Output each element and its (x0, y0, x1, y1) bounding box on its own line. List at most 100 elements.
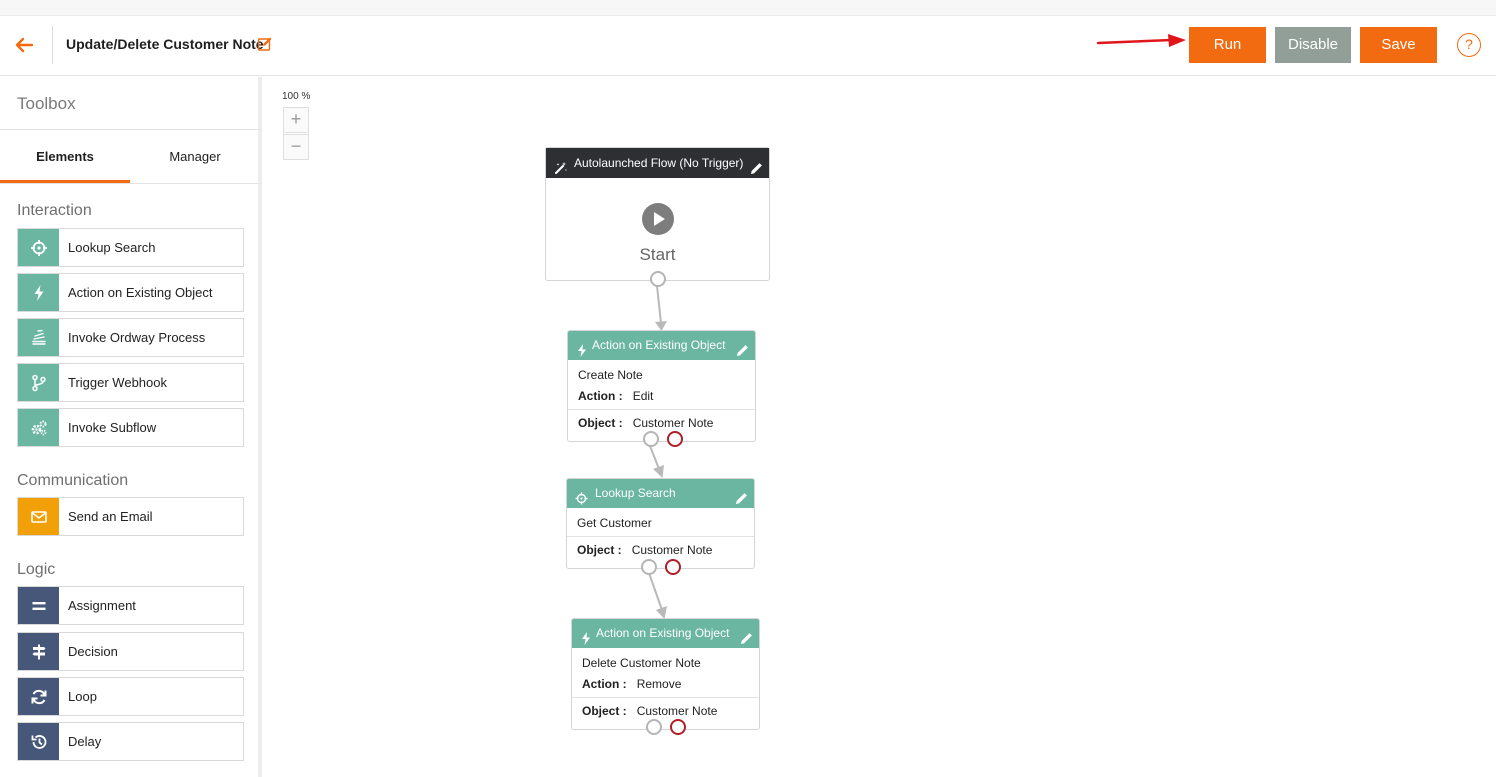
header-divider (52, 26, 53, 64)
node-header: Action on Existing Object (572, 619, 759, 648)
tool-label: Action on Existing Object (68, 285, 213, 300)
zoom-level: 100 % (282, 91, 311, 102)
node-name: Create Note (578, 368, 643, 382)
branch-icon (18, 364, 59, 401)
zoom-out-button[interactable]: − (283, 134, 309, 160)
node-fault-port[interactable] (670, 719, 686, 735)
loop-icon (18, 678, 59, 715)
magic-wand-icon (554, 156, 568, 174)
flow-canvas[interactable]: 100 % + − Autolaunched Flow (No Trigger) (266, 77, 1496, 777)
node-success-port[interactable] (646, 719, 662, 735)
equals-icon (18, 587, 59, 624)
gears-icon (18, 409, 59, 446)
tool-action-existing-object[interactable]: Action on Existing Object (17, 273, 244, 312)
pencil-icon[interactable] (736, 339, 749, 356)
node-header: Lookup Search (567, 479, 754, 508)
start-node-title: Autolaunched Flow (No Trigger) (574, 156, 744, 170)
node-success-port[interactable] (641, 559, 657, 575)
tool-delay[interactable]: Delay (17, 722, 244, 761)
tool-label: Invoke Ordway Process (68, 330, 206, 345)
flow-node-create-note[interactable]: Action on Existing Object Create Note Ac… (567, 330, 756, 447)
node-header: Action on Existing Object (568, 331, 755, 360)
node-divider (568, 409, 755, 410)
tool-label: Invoke Subflow (68, 420, 157, 435)
browser-top-strip (0, 0, 1496, 16)
tool-decision[interactable]: Decision (17, 632, 244, 671)
pencil-icon[interactable] (750, 156, 763, 174)
tool-label: Loop (68, 689, 97, 704)
toolbox-title: Toolbox (17, 94, 76, 113)
flow-node-delete-customer-note[interactable]: Action on Existing Object Delete Custome… (571, 618, 760, 735)
node-object-row: Object : Customer Note (577, 543, 712, 557)
history-icon (18, 723, 59, 760)
node-action-row: Action : Edit (578, 389, 653, 403)
node-object-key: Object : (578, 416, 623, 430)
tool-lookup-search[interactable]: Lookup Search (17, 228, 244, 267)
tool-label: Delay (68, 734, 102, 749)
node-action-key: Action : (578, 389, 623, 403)
node-header-title: Action on Existing Object (596, 626, 730, 640)
annotation-arrow-icon (1096, 32, 1188, 52)
node-object-row: Object : Customer Note (582, 704, 717, 718)
envelope-icon (18, 498, 59, 535)
play-icon (641, 202, 675, 236)
node-fault-port[interactable] (667, 431, 683, 447)
node-success-port[interactable] (643, 431, 659, 447)
connector-create-note-to-get-customer (649, 445, 664, 478)
node-object-key: Object : (582, 704, 627, 718)
tool-invoke-subflow[interactable]: Invoke Subflow (17, 408, 244, 447)
node-object-value: Customer Note (631, 543, 713, 557)
node-fault-port[interactable] (665, 559, 681, 575)
lightning-icon (580, 627, 592, 645)
node-header-title: Lookup Search (595, 486, 676, 500)
tool-label: Send an Email (68, 509, 153, 524)
node-divider (567, 536, 754, 537)
node-object-value: Customer Note (632, 416, 714, 430)
section-title-logic: Logic (17, 561, 56, 578)
connector-start-to-create-note (655, 285, 667, 331)
tool-send-email[interactable]: Send an Email (17, 497, 244, 536)
start-label: Start (639, 245, 676, 264)
start-node[interactable]: Autolaunched Flow (No Trigger) Start (545, 147, 770, 287)
tool-label: Decision (68, 644, 118, 659)
start-output-port[interactable] (650, 271, 666, 287)
flow-header: Update/Delete Customer Note Run Disable … (0, 16, 1496, 76)
pencil-icon[interactable] (735, 487, 748, 504)
node-action-row: Action : Remove (582, 677, 681, 691)
node-name: Get Customer (577, 516, 652, 530)
node-action-value: Edit (632, 389, 654, 403)
tool-trigger-webhook[interactable]: Trigger Webhook (17, 363, 244, 402)
crosshair-icon (575, 487, 588, 505)
node-name: Delete Customer Note (582, 656, 701, 670)
tab-elements[interactable]: Elements (0, 130, 130, 183)
flow-node-get-customer[interactable]: Lookup Search Get Customer Object : Cust… (566, 478, 755, 575)
lightning-icon (576, 339, 588, 357)
node-object-key: Object : (577, 543, 622, 557)
node-action-value: Remove (636, 677, 682, 691)
tool-assignment[interactable]: Assignment (17, 586, 244, 625)
tool-label: Lookup Search (68, 240, 156, 255)
help-button[interactable]: ? (1457, 33, 1481, 57)
disable-button[interactable]: Disable (1275, 27, 1351, 63)
section-title-communication: Communication (17, 472, 129, 489)
pencil-icon[interactable] (740, 627, 753, 644)
node-object-value: Customer Note (636, 704, 718, 718)
back-arrow-icon[interactable] (12, 33, 36, 57)
stack-icon (18, 319, 59, 356)
crosshair-icon (18, 229, 59, 266)
flow-title: Update/Delete Customer Note (66, 36, 264, 52)
tool-invoke-ordway-process[interactable]: Invoke Ordway Process (17, 318, 244, 357)
save-button[interactable]: Save (1360, 27, 1437, 63)
zoom-in-button[interactable]: + (283, 107, 309, 133)
section-title-interaction: Interaction (17, 202, 92, 219)
node-object-row: Object : Customer Note (578, 416, 713, 430)
lightning-icon (18, 274, 59, 311)
tab-manager[interactable]: Manager (130, 130, 260, 183)
edit-title-icon[interactable] (257, 36, 273, 52)
node-action-key: Action : (582, 677, 627, 691)
tool-label: Assignment (68, 598, 136, 613)
toolbox-sidebar: Toolbox Elements Manager Interaction Loo… (0, 77, 262, 777)
signpost-icon (18, 633, 59, 670)
tool-loop[interactable]: Loop (17, 677, 244, 716)
run-button[interactable]: Run (1189, 27, 1266, 63)
